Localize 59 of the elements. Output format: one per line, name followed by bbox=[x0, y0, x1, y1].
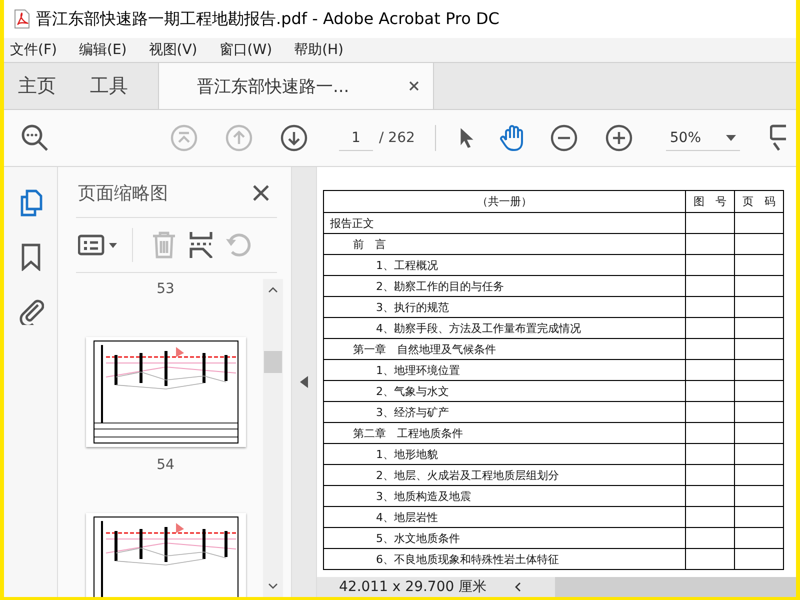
table-cell: 2、气象与水文 bbox=[324, 380, 686, 402]
column-header: 页 码 bbox=[734, 190, 784, 212]
bookmark-icon[interactable] bbox=[20, 243, 40, 271]
table-cell: 3、执行的规范 bbox=[324, 296, 686, 318]
table-cell: 前 言 bbox=[324, 234, 686, 254]
table-cell: 报告正文 bbox=[324, 212, 686, 234]
table-cell: 1、地形地貌 bbox=[324, 444, 686, 464]
window-title: 晋江东部快速路一期工程地勘报告.pdf - Adobe Acrobat Pro DC bbox=[36, 8, 500, 30]
panel-title: 页面缩略图 bbox=[78, 182, 168, 205]
page-number-label: 54 bbox=[156, 457, 174, 473]
tab[interactable]: 工具 bbox=[76, 63, 142, 109]
tab[interactable]: 主页 bbox=[4, 63, 76, 109]
document-tab[interactable]: 晋江东部快速路一... bbox=[158, 63, 434, 109]
scrollbar-thumb[interactable] bbox=[264, 351, 282, 373]
close-icon[interactable] bbox=[253, 185, 269, 201]
menu-item[interactable]: 文件(F) bbox=[10, 41, 57, 59]
table-cell: 5、水文地质条件 bbox=[324, 528, 686, 548]
pages-icon[interactable] bbox=[18, 189, 42, 217]
menu-item[interactable]: 编辑(E) bbox=[78, 41, 127, 59]
table-cell: 3、地质构造及地震 bbox=[324, 486, 686, 506]
zoom-dropdown[interactable]: 50% bbox=[666, 126, 740, 150]
hand-tool-button[interactable] bbox=[500, 124, 526, 152]
table-cell: 2、地层、火成岩及工程地质层组划分 bbox=[324, 464, 686, 486]
paperclip-icon[interactable] bbox=[18, 297, 44, 325]
table-cell: 3、经济与矿产 bbox=[324, 402, 686, 422]
options-menu-icon[interactable] bbox=[78, 233, 118, 257]
scroll-up-icon[interactable] bbox=[268, 287, 278, 293]
table-cell: 2、勘察工作的目的与任务 bbox=[324, 276, 686, 296]
caret-icon bbox=[726, 134, 736, 140]
column-header: （共一册） bbox=[324, 190, 686, 212]
page-number-field[interactable]: 1 bbox=[339, 126, 373, 150]
comment-icon[interactable] bbox=[770, 123, 786, 153]
menu-item[interactable]: 帮助(H) bbox=[294, 41, 344, 59]
search-icon[interactable] bbox=[20, 123, 50, 153]
table-cell: 第一章 自然地理及气候条件 bbox=[324, 338, 686, 360]
pdf-file-icon bbox=[14, 9, 30, 29]
table-cell: 6、不良地质现象和特殊性岩土体特征 bbox=[324, 548, 686, 570]
select-tool-button[interactable] bbox=[458, 126, 476, 150]
table-cell: 4、勘察手段、方法及工作量布置完成情况 bbox=[324, 318, 686, 338]
collapse-panel-icon[interactable] bbox=[300, 376, 308, 388]
scroll-left-icon[interactable] bbox=[514, 582, 521, 592]
page-size-label: 42.011 x 29.700 厘米 bbox=[338, 578, 488, 596]
page-thumbnail[interactable] bbox=[86, 513, 246, 597]
page-thumbnail[interactable] bbox=[86, 337, 246, 447]
page-total: / 262 bbox=[379, 130, 415, 146]
table-cell: 第二章 工程地质条件 bbox=[324, 422, 686, 444]
table-cell: 1、工程概况 bbox=[324, 254, 686, 276]
insert-page-icon[interactable] bbox=[189, 231, 213, 259]
table-cell: 1、地理环境位置 bbox=[324, 360, 686, 380]
tab-label: 晋江东部快速路一... bbox=[197, 76, 350, 98]
menu-item[interactable]: 窗口(W) bbox=[219, 41, 272, 59]
close-icon[interactable] bbox=[409, 81, 419, 91]
table-cell: 4、地层岩性 bbox=[324, 506, 686, 528]
page-number-label: 53 bbox=[156, 281, 174, 297]
zoom-out-icon[interactable] bbox=[550, 124, 578, 152]
scroll-down-icon[interactable] bbox=[268, 583, 278, 589]
column-header: 图 号 bbox=[686, 190, 734, 212]
menu-item[interactable]: 视图(V) bbox=[148, 41, 198, 59]
zoom-in-icon[interactable] bbox=[604, 124, 633, 152]
